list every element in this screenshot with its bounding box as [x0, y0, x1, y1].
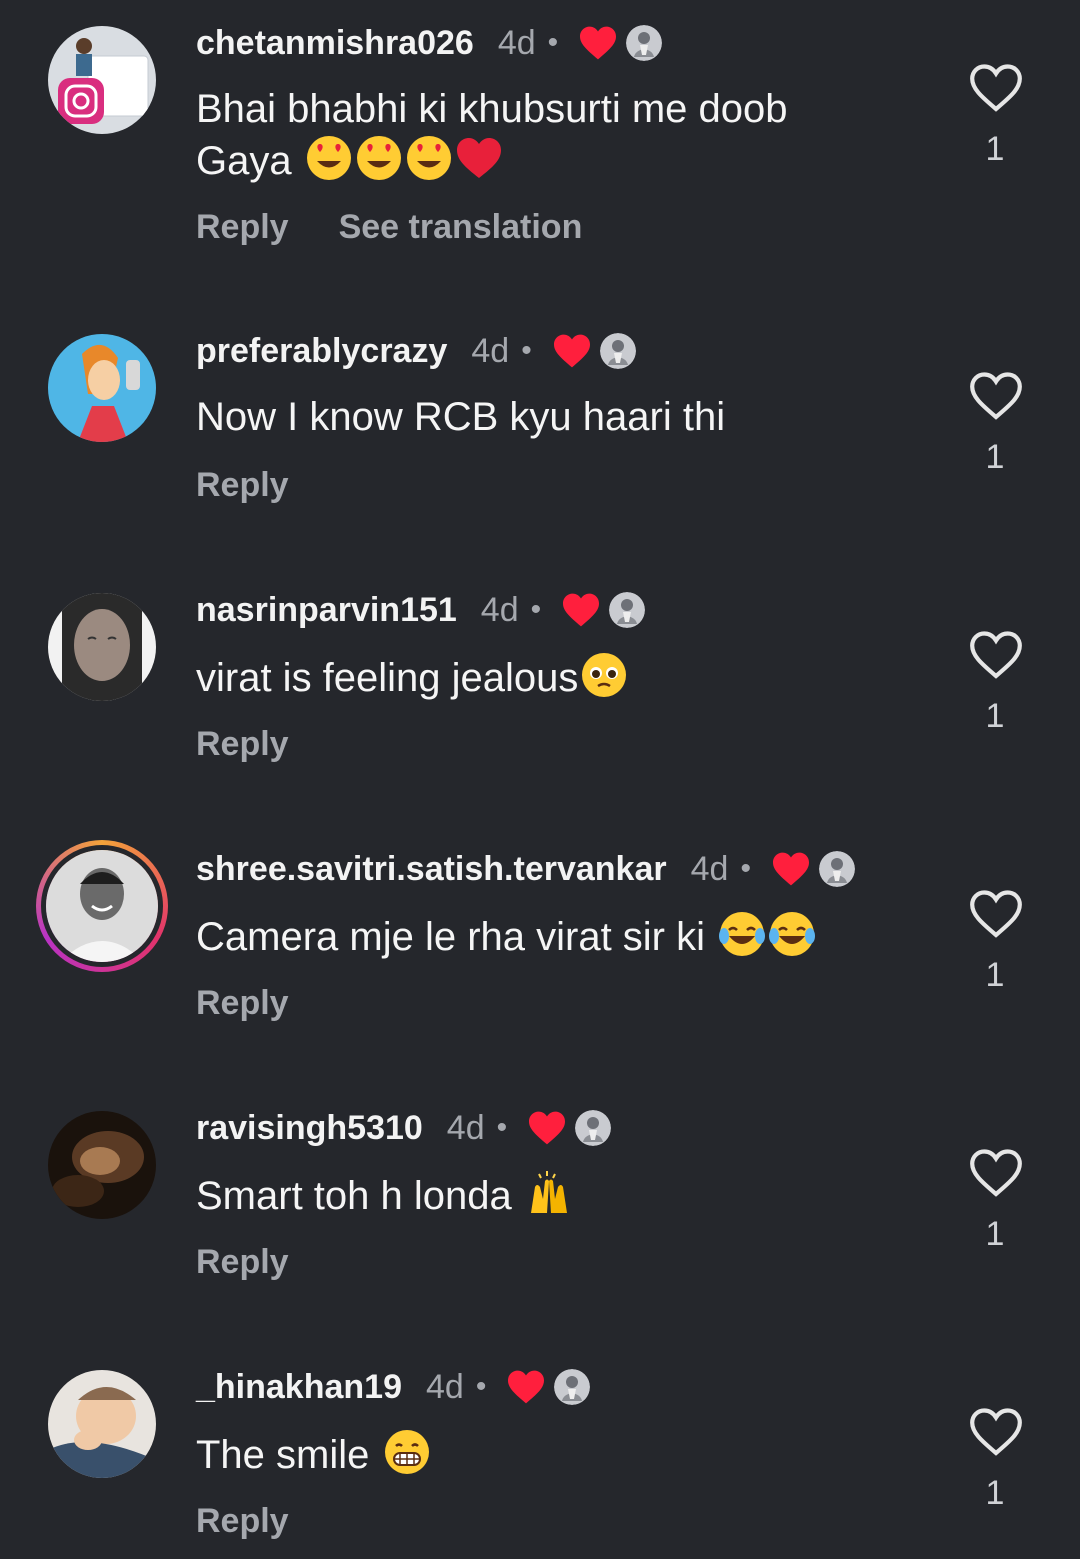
- reply-button[interactable]: Reply: [196, 984, 289, 1023]
- raising-hands-emoji-icon: [525, 1169, 573, 1217]
- comment-text-content: Now I know RCB kyu haari thi: [196, 395, 726, 439]
- comment-meta: ravisingh5310 4d •: [196, 1103, 611, 1153]
- comment-text: virat is feeling jealous: [196, 651, 876, 703]
- author-avatar-icon: [626, 25, 662, 61]
- avatar[interactable]: [48, 593, 156, 701]
- author-avatar-icon: [609, 592, 645, 628]
- comment-actions: Reply: [196, 1243, 339, 1282]
- comment-actions: Reply: [196, 725, 339, 764]
- like-count: 1: [985, 1474, 1005, 1512]
- comment-text: Bhai bhabhi ki khubsurti me doob Gaya: [196, 84, 876, 186]
- reply-button[interactable]: Reply: [196, 1243, 289, 1282]
- like-heart-icon[interactable]: [968, 629, 1024, 681]
- timestamp: 4d: [446, 1108, 485, 1147]
- username[interactable]: preferablycrazy: [196, 332, 447, 371]
- avatar[interactable]: [48, 1370, 156, 1478]
- comment-text: Smart toh h londa: [196, 1169, 876, 1221]
- avatar[interactable]: [48, 1111, 156, 1219]
- comment-actions: Reply: [196, 466, 339, 505]
- tears-of-joy-emoji-icon: [718, 910, 766, 958]
- timestamp: 4d: [425, 1367, 464, 1406]
- author-liked-heart-icon: [561, 592, 601, 628]
- comment-meta: preferablycrazy 4d •: [196, 326, 636, 376]
- reply-button[interactable]: Reply: [196, 1502, 289, 1541]
- like-heart-icon[interactable]: [968, 370, 1024, 422]
- comment-text: The smile: [196, 1428, 876, 1480]
- avatar[interactable]: [48, 26, 156, 134]
- tears-of-joy-emoji-icon: [768, 910, 816, 958]
- avatar[interactable]: [48, 334, 156, 442]
- username[interactable]: shree.savitri.satish.tervankar: [196, 850, 667, 889]
- like-heart-icon[interactable]: [968, 62, 1024, 114]
- timestamp: 4d: [471, 331, 510, 370]
- like-heart-icon[interactable]: [968, 1406, 1024, 1458]
- author-avatar-icon: [819, 851, 855, 887]
- see-translation-button[interactable]: See translation: [339, 208, 583, 247]
- heart-eyes-emoji-icon: [405, 134, 453, 182]
- like-count: 1: [985, 130, 1005, 168]
- comment-meta: chetanmishra026 4d •: [196, 18, 662, 68]
- timestamp: 4d: [497, 23, 536, 62]
- reply-button[interactable]: Reply: [196, 466, 289, 505]
- separator-dot: •: [740, 852, 751, 885]
- comment-actions: Reply: [196, 984, 339, 1023]
- like-count: 1: [985, 438, 1005, 476]
- comment-text-content: The smile: [196, 1433, 370, 1477]
- heart-eyes-emoji-icon: [305, 134, 353, 182]
- comment-meta: shree.savitri.satish.tervankar 4d •: [196, 844, 855, 894]
- author-avatar-icon: [554, 1369, 590, 1405]
- comment-text-content: virat is feeling jealous: [196, 656, 579, 700]
- author-avatar-icon: [600, 333, 636, 369]
- comment-text: Now I know RCB kyu haari thi: [196, 392, 876, 442]
- author-avatar-icon: [575, 1110, 611, 1146]
- like-count: 1: [985, 1215, 1005, 1253]
- timestamp: 4d: [480, 590, 519, 629]
- like-heart-icon[interactable]: [968, 888, 1024, 940]
- username[interactable]: chetanmishra026: [196, 24, 474, 63]
- comment-text-content: Camera mje le rha virat sir ki: [196, 915, 706, 959]
- comment-actions: Reply: [196, 1502, 339, 1541]
- avatar-with-story-ring[interactable]: [36, 840, 168, 972]
- red-heart-emoji-icon: [455, 134, 503, 182]
- separator-dot: •: [496, 1111, 508, 1144]
- reply-button[interactable]: Reply: [196, 725, 289, 764]
- grinning-face-emoji-icon: [383, 1428, 431, 1476]
- separator-dot: •: [521, 334, 532, 367]
- author-liked-heart-icon: [771, 851, 811, 887]
- like-count: 1: [985, 697, 1005, 735]
- separator-dot: •: [530, 593, 542, 626]
- author-liked-heart-icon: [506, 1369, 546, 1405]
- like-heart-icon[interactable]: [968, 1147, 1024, 1199]
- author-liked-heart-icon: [578, 25, 618, 61]
- pleading-face-emoji-icon: [580, 651, 628, 699]
- like-count: 1: [985, 956, 1005, 994]
- comment-meta: nasrinparvin151 4d •: [196, 585, 645, 635]
- username[interactable]: _hinakhan19: [196, 1368, 402, 1407]
- separator-dot: •: [547, 26, 559, 59]
- comment-text-content: Smart toh h londa: [196, 1174, 512, 1218]
- comment-actions: Reply See translation: [196, 208, 632, 247]
- username[interactable]: nasrinparvin151: [196, 591, 457, 630]
- comment-text: Camera mje le rha virat sir ki: [196, 910, 876, 962]
- separator-dot: •: [475, 1370, 487, 1403]
- username[interactable]: ravisingh5310: [196, 1109, 423, 1148]
- timestamp: 4d: [690, 849, 729, 888]
- comment-meta: _hinakhan19 4d •: [196, 1362, 590, 1412]
- reply-button[interactable]: Reply: [196, 208, 289, 247]
- heart-eyes-emoji-icon: [355, 134, 403, 182]
- author-liked-heart-icon: [527, 1110, 567, 1146]
- author-liked-heart-icon: [552, 333, 592, 369]
